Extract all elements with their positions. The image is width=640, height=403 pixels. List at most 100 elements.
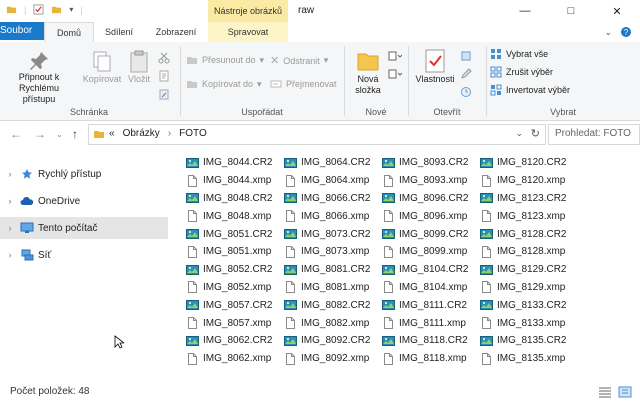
expand-chevron-icon[interactable]: › (0, 223, 20, 233)
collapse-ribbon-icon[interactable]: ⌄ (604, 27, 612, 38)
history-icon[interactable] (460, 86, 472, 98)
expand-chevron-icon[interactable]: › (0, 250, 20, 260)
select-none-button[interactable]: Zrušit výběr (490, 66, 553, 78)
file-item[interactable]: IMG_8118.xmp (382, 350, 480, 368)
rename-button[interactable]: Přejmenovat (270, 78, 337, 90)
cut-icon[interactable] (158, 52, 170, 64)
delete-button[interactable]: ✕ Odstranit ▾ (270, 54, 328, 67)
file-item[interactable]: IMG_8062.CR2 (186, 332, 284, 350)
file-item[interactable]: IMG_8092.xmp (284, 350, 382, 368)
file-item[interactable]: IMG_8064.CR2 (284, 154, 382, 172)
file-item[interactable]: IMG_8066.CR2 (284, 190, 382, 208)
copy-to-button[interactable]: Kopírovat do ▾ (186, 78, 262, 90)
up-button[interactable]: ↑ (72, 127, 78, 141)
file-item[interactable]: IMG_8093.xmp (382, 172, 480, 190)
nav-item-onedrive[interactable]: › OneDrive (0, 190, 168, 212)
file-item[interactable]: IMG_8073.CR2 (284, 225, 382, 243)
file-item[interactable]: IMG_8123.xmp (480, 207, 578, 225)
select-all-button[interactable]: Vybrat vše (490, 48, 548, 60)
paste-shortcut-icon[interactable] (158, 88, 170, 100)
new-folder-button[interactable]: Nová složka (350, 48, 386, 96)
minimize-button[interactable]: — (502, 0, 548, 22)
expand-chevron-icon[interactable]: › (0, 169, 20, 179)
customize-toolbar-icon[interactable]: ▾ (69, 5, 73, 14)
file-item[interactable]: IMG_8066.xmp (284, 207, 382, 225)
easy-access-icon[interactable] (388, 68, 402, 80)
file-item[interactable]: IMG_8062.xmp (186, 350, 284, 368)
file-item[interactable]: IMG_8129.xmp (480, 279, 578, 297)
open-icon[interactable] (460, 50, 472, 62)
file-item[interactable]: IMG_8120.CR2 (480, 154, 578, 172)
move-to-button[interactable]: Přesunout do ▾ (186, 54, 264, 66)
file-item[interactable]: IMG_8052.CR2 (186, 261, 284, 279)
file-item[interactable]: IMG_8057.xmp (186, 314, 284, 332)
file-item[interactable]: IMG_8073.xmp (284, 243, 382, 261)
breadcrumb-item[interactable]: Obrázky (123, 128, 160, 139)
file-item[interactable]: IMG_8123.CR2 (480, 190, 578, 208)
file-item[interactable]: IMG_8081.CR2 (284, 261, 382, 279)
file-item[interactable]: IMG_8081.xmp (284, 279, 382, 297)
edit-icon[interactable] (460, 68, 472, 80)
file-item[interactable]: IMG_8133.xmp (480, 314, 578, 332)
breadcrumb-item[interactable]: FOTO (179, 128, 207, 139)
forward-button[interactable]: → (34, 127, 46, 141)
paste-button[interactable]: Vložit (124, 50, 154, 85)
file-item[interactable]: IMG_8133.CR2 (480, 296, 578, 314)
file-item[interactable]: IMG_8082.xmp (284, 314, 382, 332)
file-item[interactable]: IMG_8099.xmp (382, 243, 480, 261)
tab-manage[interactable]: Spravovat (208, 22, 288, 42)
breadcrumb-chevron-icon[interactable]: › (168, 128, 171, 139)
expand-chevron-icon[interactable]: › (0, 196, 20, 206)
tab-home[interactable]: Domů (44, 22, 94, 43)
file-item[interactable]: IMG_8064.xmp (284, 172, 382, 190)
nav-item-network[interactable]: › Síť (0, 244, 168, 266)
details-view-icon[interactable] (598, 386, 612, 398)
new-folder-icon[interactable] (51, 4, 62, 15)
file-item[interactable]: IMG_8082.CR2 (284, 296, 382, 314)
copy-button[interactable]: Kopírovat (80, 50, 124, 85)
file-item[interactable]: IMG_8096.CR2 (382, 190, 480, 208)
file-item[interactable]: IMG_8128.xmp (480, 243, 578, 261)
file-item[interactable]: IMG_8120.xmp (480, 172, 578, 190)
large-icons-view-icon[interactable] (618, 386, 632, 398)
close-button[interactable]: ✕ (594, 0, 640, 22)
file-item[interactable]: IMG_8048.xmp (186, 207, 284, 225)
pin-quick-access-button[interactable]: Připnout k Rychlému přístupu (4, 50, 74, 105)
file-item[interactable]: IMG_8093.CR2 (382, 154, 480, 172)
file-item[interactable]: IMG_8057.CR2 (186, 296, 284, 314)
help-icon[interactable]: ? (620, 26, 632, 38)
address-bar[interactable]: « Obrázky › FOTO ⌄ ↻ (88, 124, 546, 145)
file-item[interactable]: IMG_8092.CR2 (284, 332, 382, 350)
file-item[interactable]: IMG_8104.xmp (382, 279, 480, 297)
copy-path-icon[interactable] (158, 70, 170, 82)
file-item[interactable]: IMG_8096.xmp (382, 207, 480, 225)
maximize-button[interactable]: □ (548, 0, 594, 22)
nav-item-this-pc[interactable]: › Tento počítač (0, 217, 168, 239)
file-item[interactable]: IMG_8051.xmp (186, 243, 284, 261)
file-item[interactable]: IMG_8129.CR2 (480, 261, 578, 279)
file-item[interactable]: IMG_8044.xmp (186, 172, 284, 190)
file-item[interactable]: IMG_8128.CR2 (480, 225, 578, 243)
new-item-icon[interactable] (388, 50, 402, 62)
file-item[interactable]: IMG_8044.CR2 (186, 154, 284, 172)
invert-selection-button[interactable]: Invertovat výběr (490, 84, 570, 96)
file-item[interactable]: IMG_8118.CR2 (382, 332, 480, 350)
recent-locations-icon[interactable]: ⌄ (56, 130, 63, 139)
file-item[interactable]: IMG_8135.CR2 (480, 332, 578, 350)
breadcrumb-overflow[interactable]: « (109, 128, 115, 139)
file-item[interactable]: IMG_8099.CR2 (382, 225, 480, 243)
file-item[interactable]: IMG_8051.CR2 (186, 225, 284, 243)
tab-share[interactable]: Sdílení (96, 22, 142, 42)
properties-button[interactable]: Vlastnosti (412, 48, 458, 85)
properties-check-icon[interactable] (33, 4, 44, 15)
file-item[interactable]: IMG_8111.CR2 (382, 296, 480, 314)
file-item[interactable]: IMG_8135.xmp (480, 350, 578, 368)
search-input[interactable]: Prohledat: FOTO (548, 124, 640, 145)
file-item[interactable]: IMG_8048.CR2 (186, 190, 284, 208)
back-button[interactable]: ← (10, 127, 22, 141)
file-item[interactable]: IMG_8052.xmp (186, 279, 284, 297)
file-item[interactable]: IMG_8111.xmp (382, 314, 480, 332)
refresh-icon[interactable]: ↻ (531, 127, 540, 140)
nav-item-quick-access[interactable]: › Rychlý přístup (0, 163, 168, 185)
file-item[interactable]: IMG_8104.CR2 (382, 261, 480, 279)
